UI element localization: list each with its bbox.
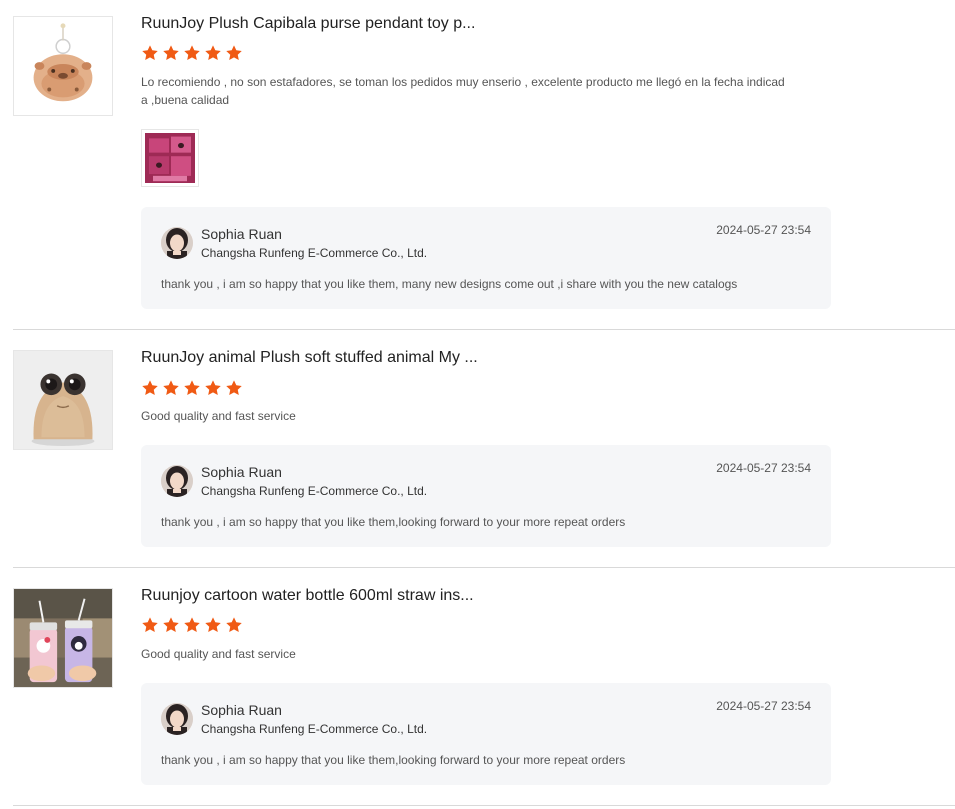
divider xyxy=(13,805,955,806)
review-comment: Lo recomiendo , no son estafadores, se t… xyxy=(141,75,785,107)
star-icon xyxy=(184,45,200,61)
star-icon xyxy=(163,617,179,633)
product-title[interactable]: RuunJoy animal Plush soft stuffed animal… xyxy=(141,349,478,367)
review-comment: Good quality and fast service xyxy=(141,409,296,423)
reply-company: Changsha Runfeng E-Commerce Co., Ltd. xyxy=(201,246,428,260)
review-photo-thumbnail[interactable] xyxy=(141,129,199,187)
seller-reply: Sophia Ruan Changsha Runfeng E-Commerce … xyxy=(141,445,831,547)
reply-date: 2024-05-27 23:54 xyxy=(716,461,811,475)
product-title[interactable]: RuunJoy Plush Capibala purse pendant toy… xyxy=(141,15,475,33)
avatar xyxy=(161,703,193,735)
reply-author-name: Sophia Ruan xyxy=(201,226,282,242)
reply-text: thank you , i am so happy that you like … xyxy=(161,515,626,529)
star-rating xyxy=(141,616,243,634)
divider xyxy=(13,567,955,568)
reply-company: Changsha Runfeng E-Commerce Co., Ltd. xyxy=(201,722,428,736)
avatar xyxy=(161,227,193,259)
star-icon xyxy=(226,45,242,61)
avatar xyxy=(161,465,193,497)
star-icon xyxy=(163,380,179,396)
star-icon xyxy=(205,45,221,61)
reply-company: Changsha Runfeng E-Commerce Co., Ltd. xyxy=(201,484,428,498)
reply-date: 2024-05-27 23:54 xyxy=(716,699,811,713)
star-icon xyxy=(142,380,158,396)
seller-reply: Sophia Ruan Changsha Runfeng E-Commerce … xyxy=(141,683,831,785)
star-icon xyxy=(163,45,179,61)
star-icon xyxy=(142,45,158,61)
star-icon xyxy=(205,617,221,633)
seller-reply: Sophia Ruan Changsha Runfeng E-Commerce … xyxy=(141,207,831,309)
review-comment: Good quality and fast service xyxy=(141,647,296,661)
water-bottle-image[interactable] xyxy=(13,588,113,688)
star-icon xyxy=(142,617,158,633)
capybara-plush-image[interactable] xyxy=(13,16,113,116)
product-title[interactable]: Ruunjoy cartoon water bottle 600ml straw… xyxy=(141,587,474,605)
star-icon xyxy=(184,617,200,633)
reply-date: 2024-05-27 23:54 xyxy=(716,223,811,237)
star-icon xyxy=(205,380,221,396)
reply-text: thank you , i am so happy that you like … xyxy=(161,753,626,767)
star-rating xyxy=(141,44,243,62)
star-icon xyxy=(226,380,242,396)
reply-author-name: Sophia Ruan xyxy=(201,702,282,718)
pou-plush-image[interactable] xyxy=(13,350,113,450)
divider xyxy=(13,329,955,330)
reply-text: thank you , i am so happy that you like … xyxy=(161,277,738,291)
reply-author-name: Sophia Ruan xyxy=(201,464,282,480)
star-icon xyxy=(184,380,200,396)
star-rating xyxy=(141,379,243,397)
star-icon xyxy=(226,617,242,633)
